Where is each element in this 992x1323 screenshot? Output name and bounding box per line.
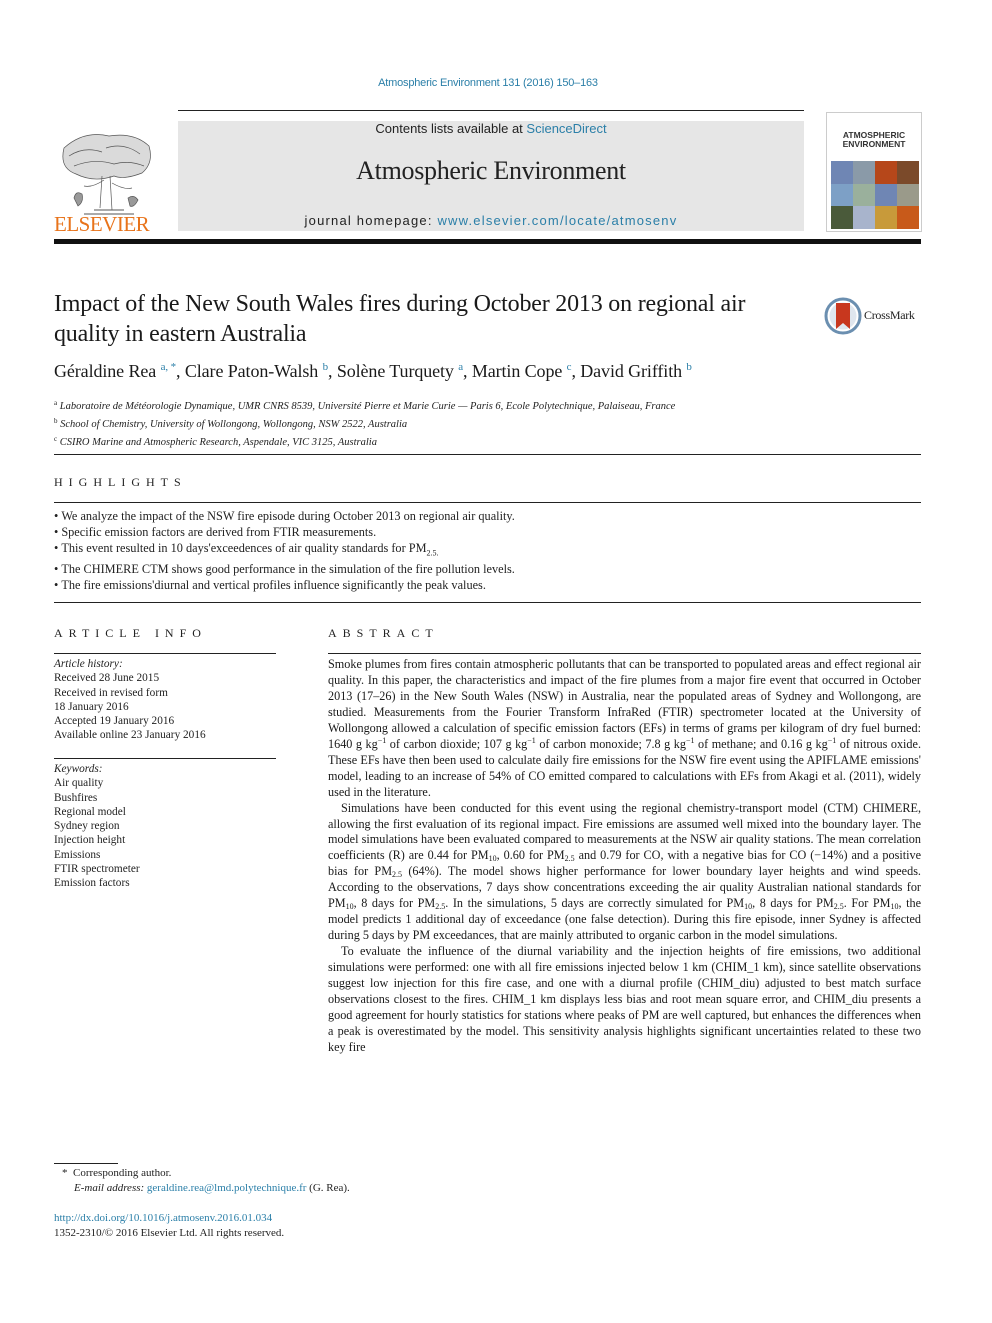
keywords: Keywords: Air quality Bushfires Regional…: [54, 762, 276, 891]
keyword: FTIR spectrometer: [54, 863, 140, 876]
copyright: 1352-2310/© 2016 Elsevier Ltd. All right…: [54, 1227, 285, 1239]
affiliation: b School of Chemistry, University of Wol…: [54, 417, 408, 430]
affiliations: a Laboratoire de Météorologie Dynamique,…: [54, 396, 675, 450]
history-entry: Received 28 June 2015: [54, 672, 160, 685]
keyword: Bushfires: [54, 791, 98, 804]
abstract-body: Smoke plumes from fires contain atmosphe…: [328, 657, 921, 1056]
history-entry: Available online 23 January 2016: [54, 729, 206, 742]
email-link[interactable]: geraldine.rea@lmd.polytechnique.fr: [147, 1182, 306, 1194]
abstract-paragraph: Simulations have been conducted for this…: [328, 800, 922, 943]
article-info-heading: ARTICLE INFO: [54, 626, 207, 640]
journal-title: Atmospheric Environment: [356, 156, 626, 185]
footnote-rule: [54, 1163, 118, 1164]
doi-link[interactable]: http://dx.doi.org/10.1016/j.atmosenv.201…: [54, 1211, 284, 1226]
keywords-label: Keywords:: [54, 763, 103, 775]
divider: [54, 454, 921, 455]
highlight-item: Specific emission factors are derived fr…: [54, 524, 515, 540]
crossmark-label[interactable]: CrossMark: [864, 308, 915, 323]
homepage-line: journal homepage: www.elsevier.com/locat…: [178, 213, 804, 228]
affiliation: c CSIRO Marine and Atmospheric Research,…: [54, 435, 377, 448]
author[interactable]: Solène Turquety a: [337, 361, 463, 381]
divider: [54, 502, 921, 503]
divider: [54, 758, 276, 759]
keyword: Regional model: [54, 805, 126, 818]
keyword: Sydney region: [54, 820, 120, 833]
doi-block: http://dx.doi.org/10.1016/j.atmosenv.201…: [54, 1211, 284, 1241]
cover-image-grid: [831, 161, 919, 229]
homepage-prefix: journal homepage:: [304, 213, 438, 228]
history-entry: 18 January 2016: [54, 700, 129, 713]
contents-line: Contents lists available at ScienceDirec…: [178, 121, 804, 136]
highlights-list: We analyze the impact of the NSW fire ep…: [54, 508, 515, 593]
highlight-item: The CHIMERE CTM shows good performance i…: [54, 561, 515, 577]
highlight-item: This event resulted in 10 days'exceedenc…: [54, 540, 515, 561]
article-history: Article history: Received 28 June 2015 R…: [54, 657, 276, 743]
abstract-paragraph: To evaluate the influence of the diurnal…: [328, 944, 921, 1054]
email-note: E-mail address: geraldine.rea@lmd.polyte…: [74, 1182, 350, 1194]
header-bottom-rule: [54, 239, 921, 244]
keyword: Air quality: [54, 777, 104, 790]
author-list: Géraldine Rea a, *, Clare Paton-Walsh b,…: [54, 361, 692, 381]
abstract-paragraph: Smoke plumes from fires contain atmosphe…: [328, 657, 921, 799]
highlight-item: We analyze the impact of the NSW fire ep…: [54, 508, 515, 524]
author[interactable]: Géraldine Rea a, *: [54, 361, 176, 381]
highlight-item: The fire emissions'diurnal and vertical …: [54, 577, 515, 593]
author[interactable]: Martin Cope c: [472, 361, 572, 381]
author[interactable]: Clare Paton-Walsh b: [185, 361, 328, 381]
article-title: Impact of the New South Wales fires duri…: [54, 291, 746, 347]
divider: [328, 653, 921, 654]
elsevier-wordmark[interactable]: ELSEVIER: [54, 212, 150, 237]
keyword: Emissions: [54, 848, 101, 861]
cover-title: ATMOSPHERIC ENVIRONMENT: [842, 130, 906, 149]
highlights-heading: HIGHLIGHTS: [54, 475, 187, 489]
header-top-rule: [178, 110, 804, 111]
divider: [54, 602, 921, 603]
journal-cover-thumbnail[interactable]: ATMOSPHERIC ENVIRONMENT: [826, 112, 922, 232]
journal-homepage-link[interactable]: www.elsevier.com/locate/atmosenv: [437, 213, 677, 228]
keyword: Injection height: [54, 834, 126, 847]
article-history-label: Article history:: [54, 658, 123, 670]
abstract-heading: ABSTRACT: [328, 626, 439, 640]
divider: [54, 653, 276, 654]
sciencedirect-link[interactable]: ScienceDirect: [526, 121, 606, 136]
affiliation: a Laboratoire de Météorologie Dynamique,…: [54, 399, 676, 412]
footnotes: * Corresponding author. E-mail address: …: [54, 1166, 350, 1196]
keyword: Emission factors: [54, 877, 130, 890]
contents-prefix: Contents lists available at: [375, 121, 527, 136]
history-entry: Received in revised form: [54, 686, 168, 699]
history-entry: Accepted 19 January 2016: [54, 715, 175, 728]
corresponding-author-note: * Corresponding author.: [62, 1167, 172, 1179]
journal-citation-link[interactable]: Atmospheric Environment 131 (2016) 150–1…: [0, 77, 976, 89]
author[interactable]: David Griffith b: [580, 361, 692, 381]
